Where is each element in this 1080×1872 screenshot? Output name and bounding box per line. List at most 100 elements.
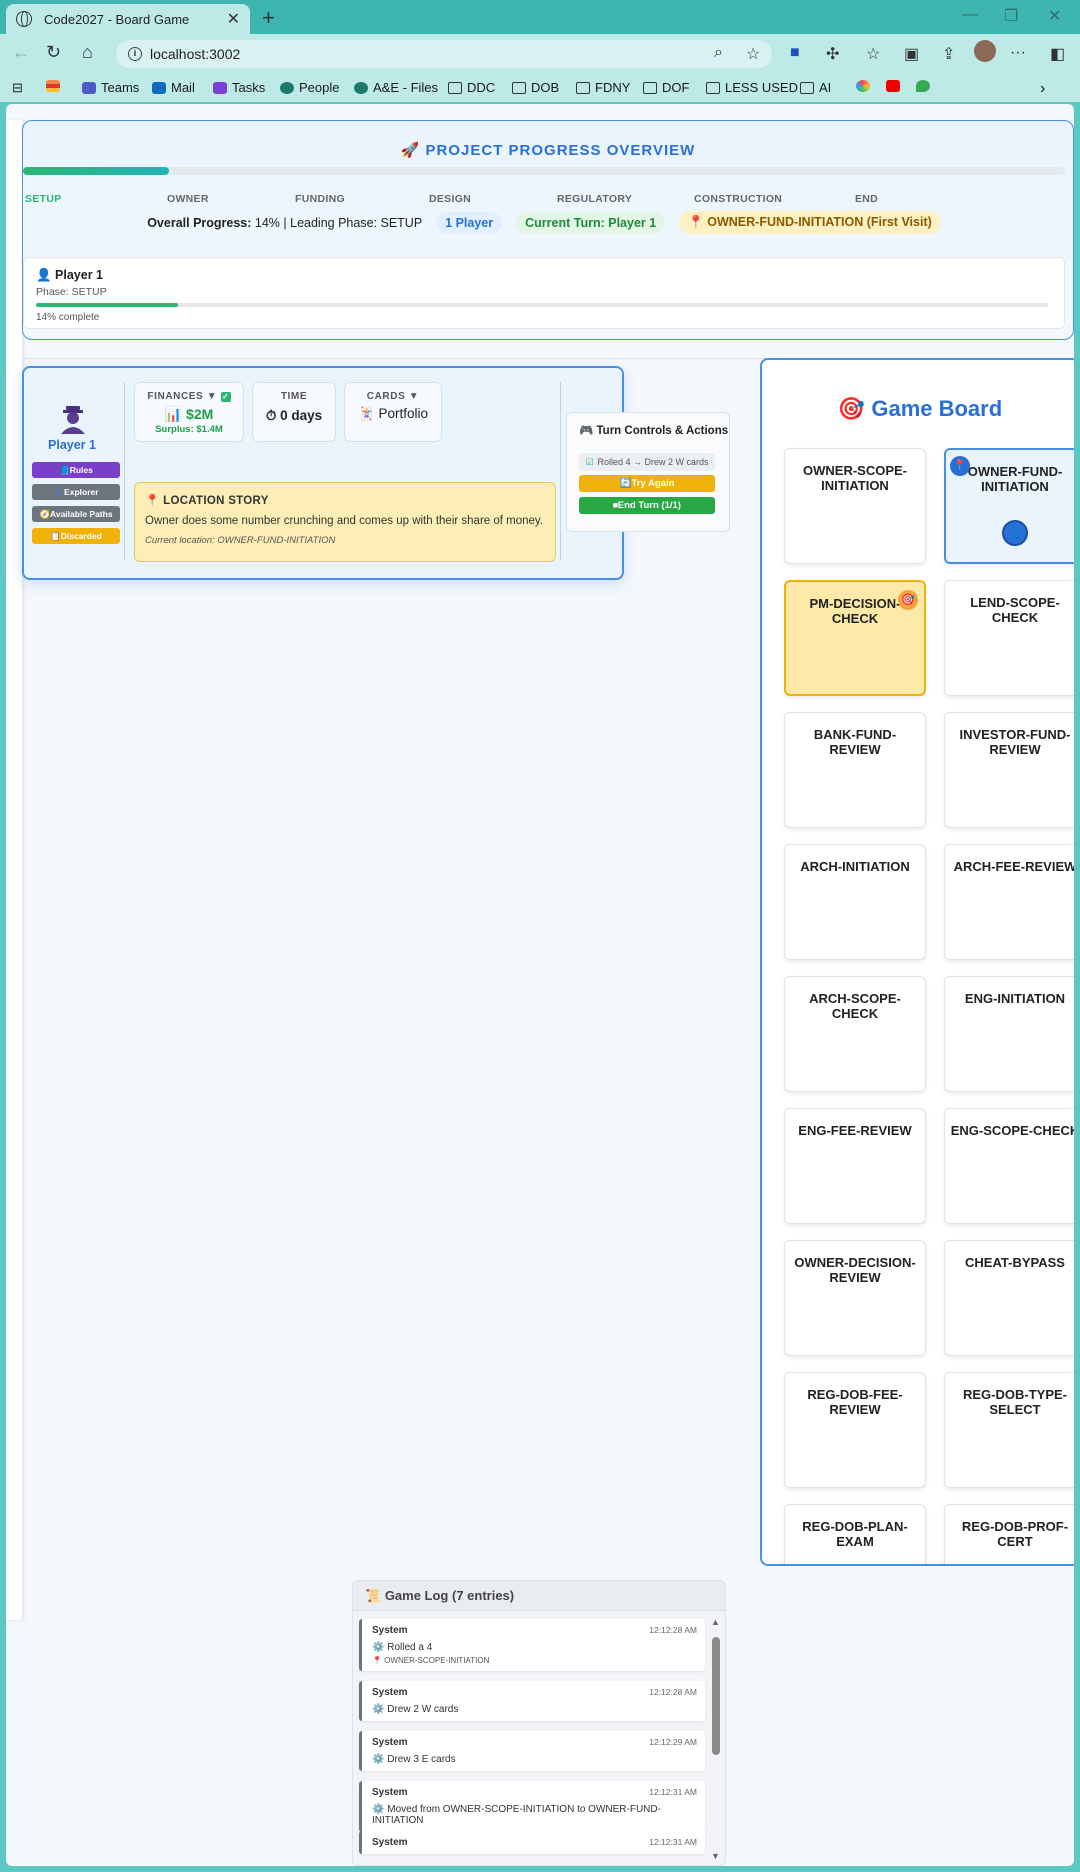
explorer-button[interactable]: 🔹 Explorer <box>32 484 120 500</box>
board-space-owner-decision-review[interactable]: OWNER-DECISION-REVIEW <box>784 1240 926 1356</box>
site-info-icon[interactable]: i <box>128 47 142 61</box>
log-author: System <box>372 1687 408 1698</box>
discarded-button[interactable]: 📋 Discarded <box>32 528 120 544</box>
end-turn-button[interactable]: ⏹ End Turn (1/1) <box>579 497 715 514</box>
gear-icon: ⚙️ <box>372 1754 385 1765</box>
available-paths-button[interactable]: 🧭 Available Paths <box>32 506 120 522</box>
bookmark-fdny[interactable]: FDNY <box>576 80 630 95</box>
board-space-bank-fund-review[interactable]: BANK-FUND-REVIEW <box>784 712 926 828</box>
log-timestamp: 12:12:31 AM <box>649 1787 697 1797</box>
progress-stats: Overall Progress: 14% | Leading Phase: S… <box>23 211 1065 234</box>
location-pin-icon: 📍 <box>950 456 970 476</box>
phase-funding: FUNDING <box>295 193 345 205</box>
bookmark-mail[interactable]: Mail <box>152 80 195 95</box>
bookmark-ae-files[interactable]: A&E - Files <box>354 80 438 95</box>
sidebar-toggle-icon[interactable]: ◧ <box>1050 44 1065 64</box>
log-scrollbar[interactable]: ▲ ▼ <box>711 1617 721 1861</box>
close-tab-icon[interactable]: ✕ <box>227 9 240 29</box>
board-space-eng-scope-check[interactable]: ENG-SCOPE-CHECK <box>944 1108 1074 1224</box>
time-label: TIME <box>280 391 308 402</box>
target-icon: 🎯 <box>837 396 866 421</box>
youtube-icon <box>886 80 900 92</box>
close-window-icon[interactable]: ✕ <box>1048 6 1061 26</box>
scrollbar-thumb[interactable] <box>712 1637 720 1755</box>
cards-box[interactable]: CARDS ▼ 🃏 Portfolio <box>344 382 442 442</box>
reload-icon[interactable]: ↻ <box>46 42 61 63</box>
player-panel: Player 1 📘 Rules 🔹 Explorer 🧭 Available … <box>22 366 730 580</box>
bookmark-teams[interactable]: Teams <box>82 80 139 95</box>
board-space-label: LEND-SCOPE-CHECK <box>970 595 1060 625</box>
board-space-arch-scope-check[interactable]: ARCH-SCOPE-CHECK <box>784 976 926 1092</box>
cards-label: CARDS ▼ <box>366 391 420 402</box>
share-icon[interactable]: ⇪ <box>942 44 955 64</box>
progress-title: 🚀 PROJECT PROGRESS OVERVIEW <box>400 142 696 159</box>
board-space-eng-initiation[interactable]: ENG-INITIATION <box>944 976 1074 1092</box>
board-space-owner-scope-initiation[interactable]: OWNER-SCOPE-INITIATION <box>784 448 926 564</box>
url-text: localhost:3002 <box>150 46 241 62</box>
more-menu-icon[interactable]: ··· <box>1010 44 1026 62</box>
board-space-arch-initiation[interactable]: ARCH-INITIATION <box>784 844 926 960</box>
bookmark-ddc[interactable]: DDC <box>448 80 495 95</box>
board-space-arch-fee-review[interactable]: ARCH-FEE-REVIEW <box>944 844 1074 960</box>
bookmarks-overflow-icon[interactable]: › <box>1040 80 1045 98</box>
profile-avatar[interactable] <box>974 40 996 62</box>
restore-icon[interactable]: ❐ <box>1004 6 1018 26</box>
board-space-reg-dob-prof-cert[interactable]: REG-DOB-PROF-CERT <box>944 1504 1074 1564</box>
address-bar[interactable]: i localhost:3002 <box>116 40 772 68</box>
bookmark-youtube[interactable] <box>886 80 905 92</box>
bookmark-ai[interactable]: AI <box>800 80 831 95</box>
tab-title: Code2027 - Board Game <box>44 11 190 27</box>
try-again-button[interactable]: 🔄 Try Again <box>579 475 715 492</box>
folder-icon <box>800 81 814 94</box>
favorites-icon[interactable]: ☆ <box>866 44 880 64</box>
board-space-lend-scope-check[interactable]: LEND-SCOPE-CHECK <box>944 580 1074 696</box>
time-box: TIME ⏱ 0 days <box>252 382 336 442</box>
board-space-label: BANK-FUND-REVIEW <box>813 727 897 757</box>
board-space-investor-fund-review[interactable]: INVESTOR-FUND-REVIEW <box>944 712 1074 828</box>
home-icon[interactable]: ⌂ <box>82 42 93 63</box>
board-space-owner-fund-initiation[interactable]: OWNER-FUND-INITIATION 📍 👤 <box>944 448 1074 564</box>
finances-box[interactable]: FINANCES ▼ ✓ 📊 $2M Surplus: $1.4M <box>134 382 244 442</box>
bookmark-less-used[interactable]: LESS USED <box>706 80 798 95</box>
turn-result-info: ☑ Rolled 4 → Drew 2 W cards <box>579 453 715 471</box>
bookmark-photos[interactable] <box>856 80 875 92</box>
apps-icon <box>46 80 60 92</box>
back-icon[interactable]: ← <box>12 42 30 63</box>
board-space-label: REG-DOB-FEE-REVIEW <box>807 1387 903 1417</box>
minimize-icon[interactable]: — <box>962 6 978 24</box>
game-log-header[interactable]: 📜 Game Log (7 entries) <box>353 1581 725 1611</box>
log-message: ⚙️ Moved from OWNER-SCOPE-INITIATION to … <box>372 1804 661 1826</box>
extensions-puzzle-icon[interactable]: ✣ <box>826 44 839 64</box>
extension-icon[interactable]: ■ <box>790 44 800 62</box>
rules-button[interactable]: 📘 Rules <box>32 462 120 478</box>
player-avatar-icon <box>61 406 85 434</box>
board-space-reg-dob-type-select[interactable]: REG-DOB-TYPE-SELECT <box>944 1372 1074 1488</box>
zoom-icon[interactable]: ⌕ <box>714 44 723 62</box>
board-space-eng-fee-review[interactable]: ENG-FEE-REVIEW <box>784 1108 926 1224</box>
app-page: 🚀 PROJECT PROGRESS OVERVIEW SETUP OWNER FU… <box>6 104 1074 1866</box>
bookmark-apps[interactable] <box>46 80 65 92</box>
left-drawer-edge[interactable] <box>6 120 22 1620</box>
player-token-icon[interactable]: 👤 <box>1002 520 1028 546</box>
bookmark-dof[interactable]: DOF <box>643 80 689 95</box>
scroll-down-icon[interactable]: ▼ <box>711 1851 720 1861</box>
board-space-reg-dob-fee-review[interactable]: REG-DOB-FEE-REVIEW <box>784 1372 926 1488</box>
board-space-reg-dob-plan-exam[interactable]: REG-DOB-PLAN-EXAM <box>784 1504 926 1564</box>
photos-icon <box>856 80 870 92</box>
scroll-up-icon[interactable]: ▲ <box>711 1617 720 1627</box>
board-space-pm-decision-check[interactable]: PM-DECISION-CHECK 🎯 <box>784 580 926 696</box>
bookmarks-menu-icon[interactable]: ⊟ <box>12 80 23 96</box>
bookmark-maps[interactable] <box>916 80 935 92</box>
maps-icon <box>916 80 930 92</box>
log-entry: System 12:12:28 AM ⚙️ Drew 2 W cards <box>359 1681 705 1721</box>
bookmark-dob[interactable]: DOB <box>512 80 559 95</box>
board-space-label: PM-DECISION-CHECK <box>809 596 901 626</box>
favorite-star-icon[interactable]: ☆ <box>746 44 760 64</box>
bookmark-tasks[interactable]: Tasks <box>213 80 265 95</box>
collections-icon[interactable]: ▣ <box>904 44 919 64</box>
bookmark-people[interactable]: People <box>280 80 339 95</box>
new-tab-button[interactable]: + <box>262 5 275 31</box>
board-space-cheat-bypass[interactable]: CHEAT-BYPASS <box>944 1240 1074 1356</box>
location-story-title: 📍 LOCATION STORY <box>145 495 269 507</box>
browser-tab[interactable]: Code2027 - Board Game ✕ <box>6 4 250 34</box>
